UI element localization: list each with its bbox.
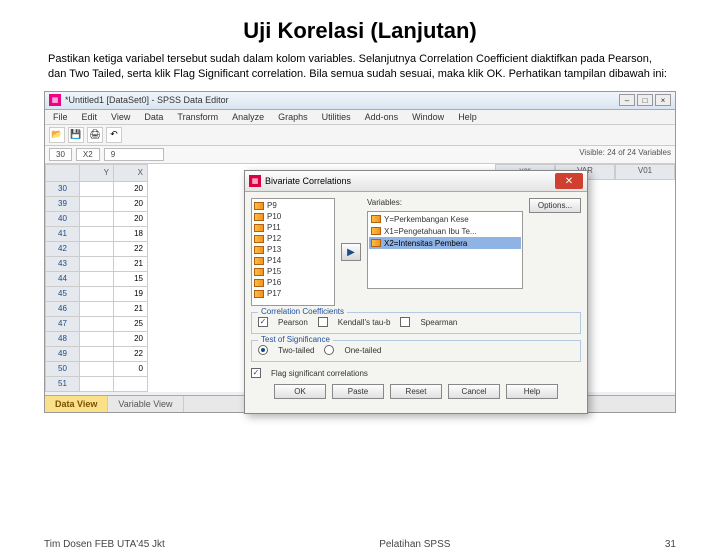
print-icon[interactable]: 🖨 — [87, 127, 103, 143]
variable-icon — [254, 257, 264, 265]
list-item[interactable]: P17 — [253, 288, 333, 299]
list-item[interactable]: X2=Intensitas Pembera — [369, 237, 521, 249]
kendall-label: Kendall's tau-b — [338, 318, 391, 327]
slide-description: Pastikan ketiga variabel tersebut sudah … — [48, 52, 672, 83]
menu-transform[interactable]: Transform — [177, 112, 218, 122]
dialog-close-button[interactable]: ✕ — [555, 173, 583, 189]
sig-legend: Test of Significance — [258, 335, 333, 344]
menu-view[interactable]: View — [111, 112, 130, 122]
variable-icon — [254, 202, 264, 210]
list-item[interactable]: P9 — [253, 200, 333, 211]
dialog-title: Bivariate Correlations — [265, 176, 351, 186]
window-title: *Untitled1 [DataSet0] - SPSS Data Editor — [65, 95, 229, 105]
spearman-label: Spearman — [420, 318, 457, 327]
spearman-checkbox[interactable] — [400, 317, 410, 327]
slide-footer: Tim Dosen FEB UTA'45 Jkt Pelatihan SPSS … — [0, 539, 720, 550]
list-item[interactable]: P11 — [253, 222, 333, 233]
significance-group: Test of Significance Two-tailed One-tail… — [251, 340, 581, 362]
variable-icon — [371, 227, 381, 235]
menubar: File Edit View Data Transform Analyze Graphs Ut… — [45, 110, 675, 125]
bivariate-dialog: ▦ Bivariate Correlations ✕ P9P10P11P12P1… — [244, 170, 588, 414]
variable-icon — [254, 224, 264, 232]
pearson-checkbox[interactable] — [258, 317, 268, 327]
list-item[interactable]: Y=Perkembangan Kese — [369, 213, 521, 225]
flag-checkbox[interactable] — [251, 368, 261, 378]
list-item[interactable]: P10 — [253, 211, 333, 222]
menu-add-ons[interactable]: Add-ons — [365, 112, 399, 122]
two-tailed-label: Two-tailed — [278, 346, 314, 355]
variable-icon — [254, 279, 264, 287]
list-item[interactable]: P16 — [253, 277, 333, 288]
maximize-button[interactable]: □ — [637, 94, 653, 106]
list-item[interactable]: P14 — [253, 255, 333, 266]
variable-icon — [254, 246, 264, 254]
move-right-button[interactable]: ▶ — [341, 243, 361, 261]
cell-value[interactable]: 9 — [104, 148, 164, 161]
menu-edit[interactable]: Edit — [82, 112, 98, 122]
one-tailed-label: One-tailed — [344, 346, 381, 355]
visible-vars: Visible: 24 of 24 Variables — [579, 148, 671, 161]
flag-label: Flag significant correlations — [271, 369, 368, 378]
variable-icon — [254, 213, 264, 221]
minimize-button[interactable]: – — [619, 94, 635, 106]
titlebar: ▦ *Untitled1 [DataSet0] - SPSS Data Edit… — [45, 92, 675, 110]
menu-help[interactable]: Help — [458, 112, 477, 122]
list-item[interactable]: P15 — [253, 266, 333, 277]
pearson-label: Pearson — [278, 318, 308, 327]
dialog-icon: ▦ — [249, 175, 261, 187]
save-icon[interactable]: 💾 — [68, 127, 84, 143]
one-tailed-radio[interactable] — [324, 345, 334, 355]
ok-button[interactable]: OK — [274, 384, 326, 399]
kendall-checkbox[interactable] — [318, 317, 328, 327]
footer-left: Tim Dosen FEB UTA'45 Jkt — [44, 539, 165, 550]
menu-analyze[interactable]: Analyze — [232, 112, 264, 122]
menu-utilities[interactable]: Utilities — [322, 112, 351, 122]
dialog-footer: OK Paste Reset Cancel Help — [251, 378, 581, 407]
list-item[interactable]: X1=Pengetahuan Ibu Te... — [369, 225, 521, 237]
variable-icon — [371, 239, 381, 247]
correlation-coefficients-group: Correlation Coefficients Pearson Kendall… — [251, 312, 581, 334]
close-button[interactable]: × — [655, 94, 671, 106]
footer-right: 31 — [665, 539, 676, 550]
menu-graphs[interactable]: Graphs — [278, 112, 308, 122]
selected-variables-list[interactable]: Y=Perkembangan KeseX1=Pengetahuan Ibu Te… — [367, 211, 523, 289]
dialog-titlebar: ▦ Bivariate Correlations ✕ — [245, 171, 587, 192]
menu-file[interactable]: File — [53, 112, 68, 122]
undo-icon[interactable]: ↶ — [106, 127, 122, 143]
available-list[interactable]: P9P10P11P12P13P14P15P16P17 — [251, 198, 335, 306]
column-header[interactable]: V01 — [615, 164, 675, 180]
variable-icon — [254, 268, 264, 276]
open-icon[interactable]: 📂 — [49, 127, 65, 143]
variable-icon — [371, 215, 381, 223]
cell-row: 30 — [49, 148, 72, 161]
footer-center: Pelatihan SPSS — [379, 539, 450, 550]
two-tailed-radio[interactable] — [258, 345, 268, 355]
tab-variable-view[interactable]: Variable View — [108, 396, 183, 412]
toolbar: 📂 💾 🖨 ↶ — [45, 125, 675, 146]
paste-button[interactable]: Paste — [332, 384, 384, 399]
cell-col: X2 — [76, 148, 100, 161]
options-button[interactable]: Options... — [529, 198, 581, 213]
menu-window[interactable]: Window — [412, 112, 444, 122]
list-item[interactable]: P12 — [253, 233, 333, 244]
reset-button[interactable]: Reset — [390, 384, 442, 399]
list-item[interactable]: P13 — [253, 244, 333, 255]
variables-label: Variables: — [367, 198, 523, 207]
help-button[interactable]: Help — [506, 384, 558, 399]
cancel-button[interactable]: Cancel — [448, 384, 500, 399]
app-icon: ▦ — [49, 94, 61, 106]
menu-data[interactable]: Data — [144, 112, 163, 122]
tab-data-view[interactable]: Data View — [45, 396, 108, 412]
cc-legend: Correlation Coefficients — [258, 307, 347, 316]
variable-icon — [254, 235, 264, 243]
cell-indicator-row: 30 X2 9 Visible: 24 of 24 Variables — [45, 146, 675, 164]
variable-icon — [254, 290, 264, 298]
slide-title: Uji Korelasi (Lanjutan) — [0, 18, 720, 44]
